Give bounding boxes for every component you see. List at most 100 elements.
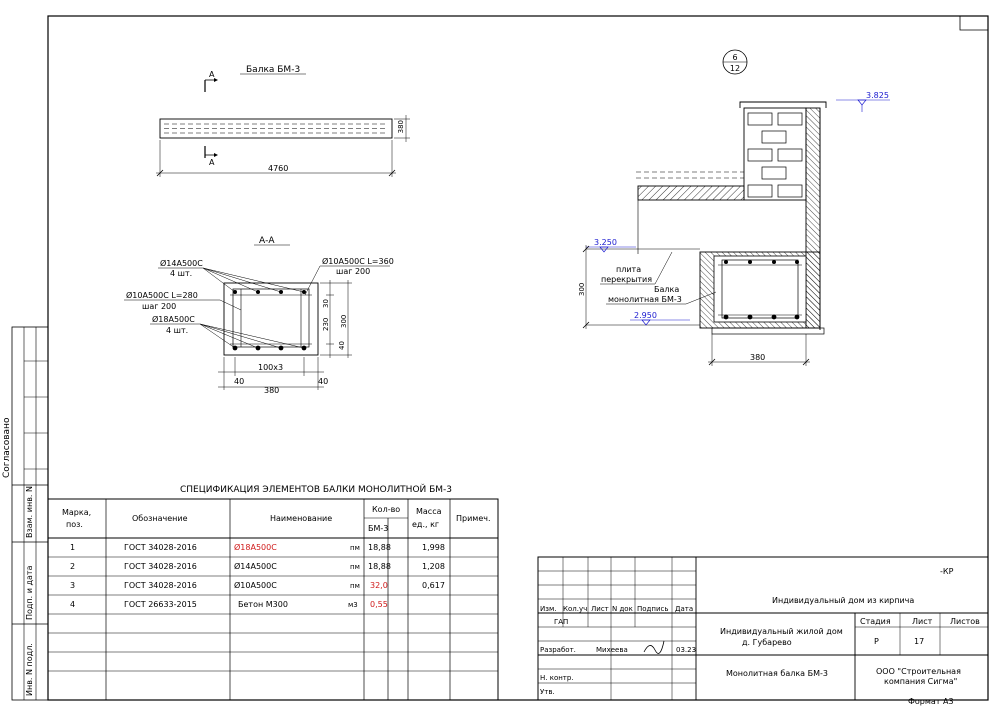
hdr-note: Примеч. (456, 514, 491, 523)
dim-100x3: 100х3 (258, 363, 283, 372)
hdr-qty-sub: БМ-3 (368, 524, 388, 533)
spec-title: СПЕЦИФИКАЦИЯ ЭЛЕМЕНТОВ БАЛКИ МОНОЛИТНОЙ … (180, 483, 452, 495)
svg-text:ГАП: ГАП (554, 618, 568, 626)
svg-text:03.23: 03.23 (676, 646, 696, 654)
dim-380: 380 (264, 386, 279, 395)
org-line-1: ООО "Строительная (876, 667, 961, 676)
svg-text:Бетон М300: Бетон М300 (238, 600, 288, 609)
level-3250: 3.250 (594, 238, 617, 247)
svg-text:Лист: Лист (912, 617, 933, 626)
svg-text:Дата: Дата (675, 605, 693, 613)
beam-title: Балка БМ-3 (246, 65, 300, 75)
table-row: 4 ГОСТ 26633-2015 Бетон М300 м3 0,55 (70, 600, 388, 609)
section-mark-top: А (209, 70, 215, 79)
floor-slab (637, 185, 745, 201)
project-title: Индивидуальный дом из кирпича (772, 596, 914, 605)
detail-dim-380: 380 (750, 353, 765, 362)
table-row: 2 ГОСТ 34028-2016 Ø14А500С пм 18,88 1,20… (70, 561, 445, 571)
object-line-1: Индивидуальный жилой дом (720, 627, 843, 636)
svg-text:Подпись: Подпись (637, 605, 669, 613)
label-bottom-qty: 4 шт. (166, 326, 188, 335)
svg-text:2: 2 (70, 562, 75, 571)
svg-text:пм: пм (350, 582, 360, 590)
slab-label-1: плита (616, 265, 641, 274)
detail-dim-300: 300 (578, 283, 586, 296)
hdr-name: Наименование (270, 514, 332, 523)
beam-height-dim: 380 (397, 120, 405, 133)
table-row: 1 ГОСТ 34028-2016 Ø18А500С пм 18,88 1,99… (70, 542, 445, 552)
svg-text:Кол.уч: Кол.уч (563, 605, 587, 613)
title-block: -КР Индивидуальный дом из кирпича Изм. К… (537, 556, 989, 701)
svg-text:Ø10А500С: Ø10А500С (234, 580, 277, 590)
beam-concrete (713, 255, 807, 323)
svg-text:ГОСТ 34028-2016: ГОСТ 34028-2016 (124, 543, 197, 552)
beam-label-2: монолитная БМ-3 (608, 295, 682, 304)
svg-text:ГОСТ 34028-2016: ГОСТ 34028-2016 (124, 562, 197, 571)
list-value: 17 (914, 637, 924, 646)
drawing-sheet: Согласовано Взам. инв. N Подп. и дата Ин… (2, 15, 989, 706)
hdr-mark: Марка, (62, 508, 91, 517)
detail-circle-bottom: 12 (730, 64, 740, 73)
table-row: 3 ГОСТ 34028-2016 Ø10А500С пм 32,0 0,617 (70, 580, 445, 590)
dim-300: 300 (340, 315, 348, 328)
podp-label: Подп. и дата (25, 565, 34, 620)
svg-text:Н. контр.: Н. контр. (540, 674, 574, 682)
svg-text:Изм.: Изм. (540, 605, 556, 613)
corner-mark (959, 16, 988, 31)
section-mark-bottom: А (209, 158, 215, 167)
label-stirrup-left-step: шаг 200 (142, 302, 176, 311)
svg-text:4: 4 (70, 600, 75, 609)
dim-40-right: 40 (318, 377, 328, 386)
hdr-designation: Обозначение (132, 514, 188, 523)
stadia-value: Р (874, 637, 879, 646)
beam-elevation: Балка БМ-3 А А 4760 380 (156, 65, 410, 177)
svg-text:м3: м3 (348, 601, 358, 609)
dim-230: 230 (322, 318, 330, 331)
bottom-rebars (232, 345, 307, 351)
svg-text:Ø18А500С: Ø18А500С (234, 542, 277, 552)
svg-text:N док: N док (612, 605, 633, 613)
label-stirrup-right-step: шаг 200 (336, 267, 370, 276)
svg-text:0,55: 0,55 (370, 600, 388, 609)
svg-text:ГОСТ 26633-2015: ГОСТ 26633-2015 (124, 600, 197, 609)
label-top-bars: Ø14А500С (160, 258, 203, 268)
brick-wall (743, 107, 807, 201)
dim-40: 40 (338, 341, 346, 350)
svg-text:Лист: Лист (591, 605, 609, 613)
vzam-label: Взам. инв. N (25, 486, 34, 538)
developer-name: Михеева (596, 646, 628, 654)
svg-text:Ø14А500С: Ø14А500С (234, 561, 277, 571)
detail-circle-top: 6 (732, 53, 737, 62)
svg-text:1,998: 1,998 (422, 543, 445, 552)
svg-text:3: 3 (70, 581, 75, 590)
object-line-2: д. Губарево (742, 638, 792, 647)
svg-text:пм: пм (350, 544, 360, 552)
svg-text:пм: пм (350, 563, 360, 571)
org-line-2: компания Сигма" (884, 677, 957, 686)
hdr-mass: Масса (416, 507, 442, 516)
hdr-mass-sub: ед., кг (412, 520, 439, 529)
label-stirrup-left: Ø10А500С L=280 (126, 290, 198, 300)
slab-label-2: перекрытия (601, 275, 652, 284)
svg-text:Листов: Листов (950, 617, 980, 626)
svg-text:32,0: 32,0 (370, 581, 388, 590)
svg-text:Стадия: Стадия (860, 617, 891, 626)
label-bottom-bars: Ø18А500С (152, 314, 195, 324)
hdr-pos: поз. (66, 520, 83, 529)
beam-label-1: Балка (654, 285, 679, 294)
svg-text:Утв.: Утв. (540, 688, 555, 696)
top-rebars (233, 290, 306, 294)
left-strip: Согласовано Взам. инв. N Подп. и дата Ин… (2, 326, 49, 701)
svg-text:18,88: 18,88 (368, 562, 391, 571)
section-aa: А-А Ø14А500С 4 шт. Ø10А500С L=360 шаг 20… (124, 236, 394, 395)
svg-text:1,208: 1,208 (422, 562, 445, 571)
svg-text:0,617: 0,617 (422, 581, 445, 590)
agreed-label: Согласовано (2, 417, 12, 478)
svg-text:ГОСТ 34028-2016: ГОСТ 34028-2016 (124, 581, 197, 590)
label-top-qty: 4 шт. (170, 269, 192, 278)
node-detail: 6 12 3.825 3.250 2.950 300 плита перекры… (578, 49, 890, 366)
label-stirrup-right: Ø10А500С L=360 (322, 256, 394, 266)
format-label: Формат А3 (908, 697, 954, 706)
sheet-code: -КР (940, 567, 954, 576)
level-3825: 3.825 (866, 91, 889, 100)
